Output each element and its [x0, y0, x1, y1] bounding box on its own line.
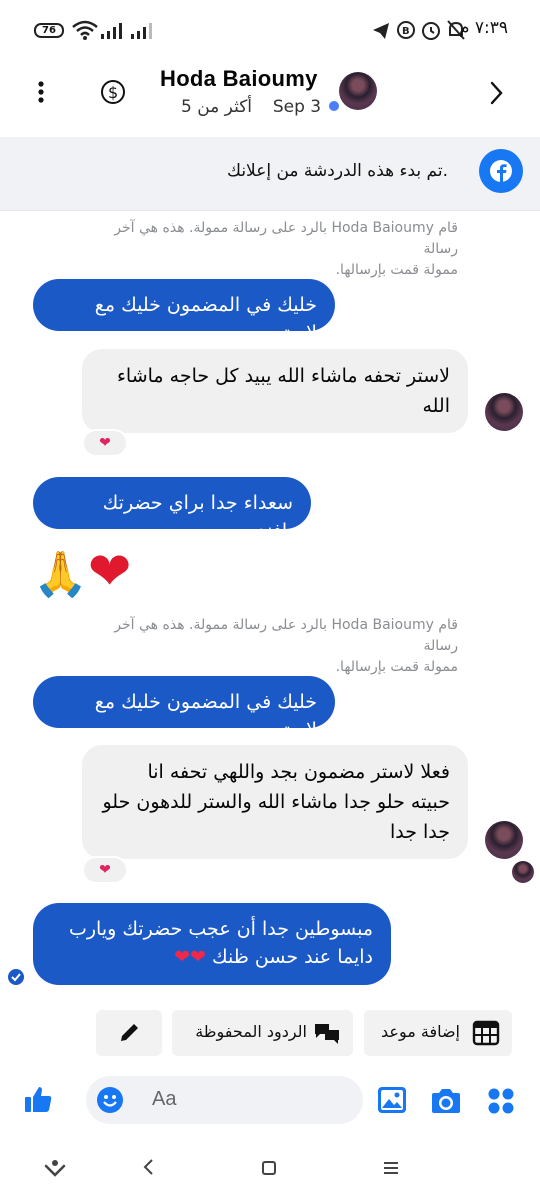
b-circle-icon: B — [397, 21, 415, 39]
system-note-line: ممولة قمت بإرسالها. — [335, 659, 458, 675]
reaction-emoji: ❤ — [99, 862, 111, 878]
last-active-date: Sep 3 — [272, 97, 322, 117]
message-placeholder: Aa — [152, 1088, 177, 1110]
add-appointment-button[interactable]: إضافة موعد — [364, 1010, 512, 1056]
facebook-icon — [479, 149, 523, 193]
message-text: دايما عند حسن ظنك — [212, 946, 373, 968]
like-icon[interactable] — [22, 1084, 54, 1116]
system-note: قام Hoda Baioumy بالرد على رسالة ممولة. … — [78, 218, 458, 281]
message-text: حبيته حلو جدا ماشاء الله والستر للدهون ح… — [102, 791, 450, 813]
system-note-line: ممولة قمت بإرسالها. — [335, 262, 458, 278]
sender-avatar[interactable] — [485, 821, 523, 859]
message-text: الله — [422, 395, 450, 417]
nav-home-icon[interactable] — [261, 1160, 277, 1176]
alarm-icon — [422, 22, 440, 40]
saved-replies-label: الردود المحفوظة — [195, 1022, 307, 1041]
saved-replies-button[interactable]: الردود المحفوظة — [172, 1010, 353, 1056]
assistant-nav-icon[interactable] — [44, 1158, 66, 1178]
message-text: جدا جدا — [389, 821, 450, 843]
chat-bubbles-icon — [315, 1024, 339, 1044]
battery-icon: 76 — [34, 23, 64, 38]
outgoing-message[interactable]: خليك في المضمون خليك مع لاستر — [33, 676, 335, 741]
system-note: قام Hoda Baioumy بالرد على رسالة ممولة. … — [78, 615, 458, 678]
sent-check-icon — [8, 969, 24, 985]
svg-text:$: $ — [108, 83, 118, 102]
contact-name[interactable]: Hoda Baioumy — [160, 66, 318, 92]
apps-icon[interactable] — [486, 1086, 516, 1116]
clock: ٧:٣٩ م — [458, 18, 508, 38]
dollar-icon[interactable]: $ — [100, 79, 126, 105]
telegram-icon — [373, 23, 389, 39]
reaction-heart[interactable]: ❤ — [82, 429, 128, 457]
reaction-heart[interactable]: ❤ — [82, 856, 128, 884]
battery-level: 76 — [42, 25, 56, 36]
incoming-message[interactable]: لاستر تحفه ماشاء الله يبيد كل حاجه ماشاء… — [82, 349, 468, 433]
message-text: سعداء جدا براي حضرتك يافندم — [102, 492, 293, 542]
online-dot — [326, 99, 341, 113]
pray-emoji: 🙏 — [33, 549, 88, 600]
header-subtitle: أكثر من 5 Sep 3 — [181, 97, 341, 117]
more-vertical-icon[interactable] — [32, 80, 50, 104]
back-chevron-icon[interactable] — [488, 81, 504, 105]
edit-button[interactable] — [96, 1010, 162, 1056]
emoji-icon[interactable] — [96, 1086, 124, 1114]
system-note-line: قام Hoda Baioumy بالرد على رسالة ممولة. … — [114, 220, 458, 257]
outgoing-message[interactable]: سعداء جدا براي حضرتك يافندم — [33, 477, 311, 542]
camera-icon[interactable] — [430, 1087, 462, 1115]
message-text: مبسوطين جدا أن عجب حضرتك ويارب — [69, 918, 373, 940]
nav-recents-icon[interactable] — [383, 1160, 399, 1176]
message-text: خليك في المضمون خليك مع لاستر — [94, 691, 317, 741]
more-than-label: أكثر من 5 — [181, 97, 253, 117]
contact-avatar[interactable] — [339, 72, 377, 110]
emoji-message[interactable]: 🙏❤ — [33, 544, 153, 600]
incoming-message[interactable]: فعلا لاستر مضمون بجد واللهي تحفه انا حبي… — [82, 745, 468, 859]
hearts-emoji: ❤❤ — [174, 946, 206, 968]
reaction-emoji: ❤ — [99, 435, 111, 451]
message-text: فعلا لاستر مضمون بجد واللهي تحفه انا — [147, 761, 450, 783]
svg-text:B: B — [402, 26, 410, 37]
system-note-line: قام Hoda Baioumy بالرد على رسالة ممولة. … — [114, 617, 458, 654]
signal-icon-1 — [101, 23, 122, 39]
banner-text: .تم بدء هذه الدردشة من إعلانك — [227, 161, 448, 181]
wifi-icon — [72, 20, 98, 40]
add-appointment-label: إضافة موعد — [381, 1022, 460, 1041]
pencil-icon — [121, 1024, 138, 1041]
sender-avatar[interactable] — [485, 393, 523, 431]
outgoing-message[interactable]: مبسوطين جدا أن عجب حضرتك ويارب دايما عند… — [33, 903, 391, 985]
heart-emoji: ❤ — [87, 542, 132, 602]
image-icon[interactable] — [377, 1086, 407, 1114]
status-bar: 76 B ٧:٣٩ م — [0, 0, 540, 62]
message-text: خليك في المضمون خليك مع لاستر — [94, 294, 317, 344]
message-text: لاستر تحفه ماشاء الله يبيد كل حاجه ماشاء — [117, 365, 450, 387]
seen-avatar — [512, 861, 534, 883]
calendar-grid-icon — [472, 1020, 500, 1046]
message-input[interactable] — [86, 1076, 363, 1124]
outgoing-message[interactable]: خليك في المضمون خليك مع لاستر — [33, 279, 335, 344]
signal-icon-2 — [131, 23, 152, 39]
nav-back-icon[interactable] — [141, 1158, 155, 1176]
